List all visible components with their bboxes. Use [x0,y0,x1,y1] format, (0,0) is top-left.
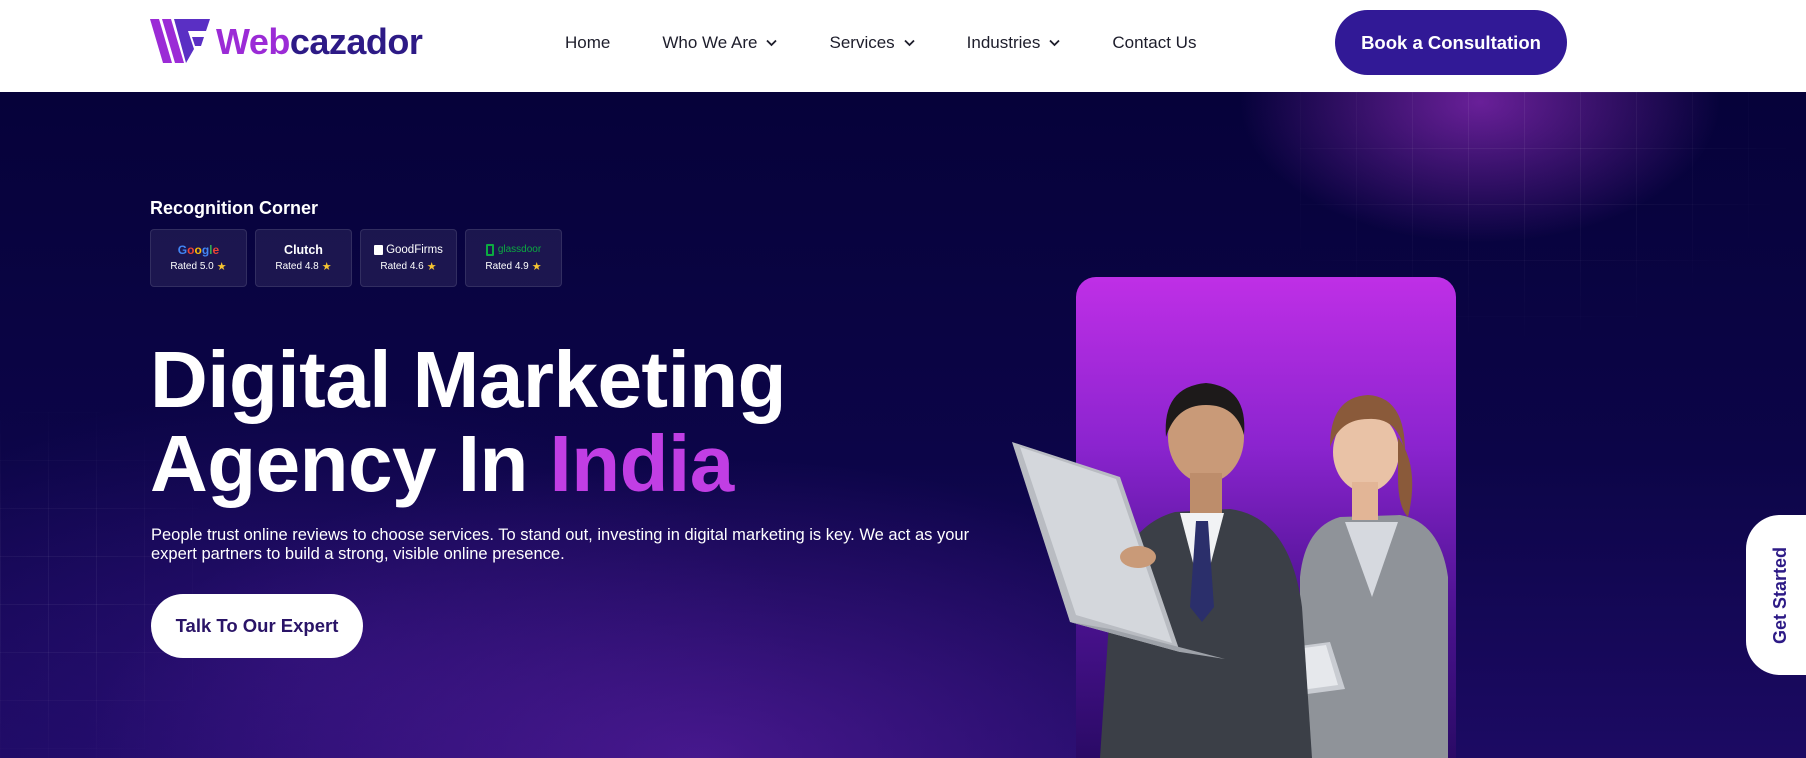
glassdoor-logo: glassdoor [485,243,542,257]
badge-goodfirms[interactable]: GoodFirms Rated 4.6 ★ [360,229,457,287]
nav-item-label: Services [829,33,895,52]
headline-line1: Digital Marketing [150,335,787,424]
site-header: Webcazador Home Who We Are Services Indu… [0,0,1806,92]
recognition-title: Recognition Corner [150,198,319,218]
headline-accent: India [549,419,735,508]
nav-item-industries[interactable]: Industries [967,33,1061,53]
badge-rating-text: Rated 4.9 [485,261,529,272]
hero-headline: Digital Marketing Agency In India [150,335,787,508]
google-logo: Google [177,243,220,257]
nav-item-label: Industries [966,33,1041,52]
badge-rating-text: Rated 5.0 [170,261,214,272]
nav-item-label: Contact Us [1112,33,1197,52]
badge-glassdoor[interactable]: glassdoor Rated 4.9 ★ [465,229,562,287]
badge-rating-text: Rated 4.8 [275,261,319,272]
badge-clutch[interactable]: Clutch Rated 4.8 ★ [255,229,352,287]
nav-item-label: Home [565,33,611,52]
headline-line2: Agency In [150,419,550,508]
talk-to-expert-button[interactable]: Talk To Our Expert [151,594,363,658]
glassdoor-icon [485,244,494,256]
clutch-logo: Clutch [284,243,323,257]
rating-badges: Google Rated 5.0 ★ Clutch Rated 4.8 ★ Good… [150,229,570,287]
badge-rating-text: Rated 4.6 [380,261,424,272]
logo[interactable]: Webcazador [150,18,423,66]
nav-item-services[interactable]: Services [829,33,915,53]
logo-text-web: Web [216,21,290,62]
star-icon: ★ [426,261,437,273]
hero-subtext: People trust online reviews to choose se… [151,526,970,563]
star-icon: ★ [216,261,227,273]
nav-item-contact-us[interactable]: Contact Us [1112,33,1196,53]
nav-item-label: Who We Are [662,33,758,52]
hero-section: Recognition Corner Google Rated 5.0 ★ Clu… [0,92,1806,758]
chevron-down-icon [766,39,778,47]
nav-item-home[interactable]: Home [565,33,610,53]
book-consultation-button[interactable]: Book a Consultation [1335,10,1567,75]
chevron-down-icon [904,39,915,47]
get-started-label: Get Started [1770,546,1791,644]
star-icon: ★ [531,261,542,273]
chevron-down-icon [1049,39,1061,47]
hero-image [1000,277,1470,758]
main-nav: Home Who We Are Services Industries Cont… [565,0,1196,86]
goodfirms-name: GoodFirms [386,244,443,256]
logo-mark-icon [150,19,210,63]
goodfirms-logo: GoodFirms [374,243,443,257]
goodfirms-icon [374,245,384,255]
logo-text: Webcazador [216,21,423,63]
get-started-tab[interactable]: Get Started [1746,515,1806,675]
logo-text-cazador: cazador [289,21,423,62]
star-icon: ★ [321,261,332,273]
business-team-illustration [1012,383,1448,758]
badge-google[interactable]: Google Rated 5.0 ★ [150,229,247,287]
nav-item-who-we-are[interactable]: Who We Are [662,33,778,53]
glassdoor-name: glassdoor [497,244,542,255]
